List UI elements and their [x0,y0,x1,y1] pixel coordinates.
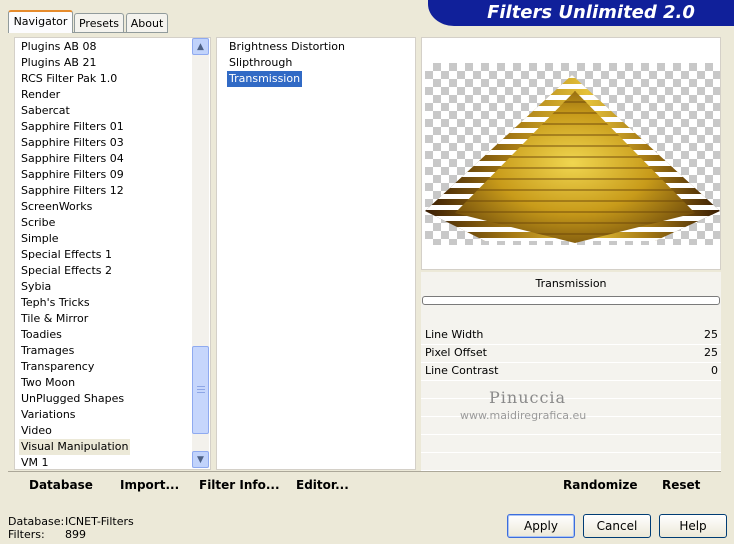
category-item[interactable]: Tile & Mirror [19,311,90,327]
cancel-button[interactable]: Cancel [583,514,651,538]
category-item[interactable]: Sapphire Filters 12 [19,183,126,199]
category-item[interactable]: Scribe [19,215,57,231]
category-item[interactable]: VM 1 [19,455,51,469]
param-row-empty [421,453,721,471]
filter-name-label: Transmission [535,277,607,290]
category-item[interactable]: Teph's Tricks [19,295,92,311]
category-item[interactable]: Transparency [19,359,96,375]
grip-line [197,392,205,393]
tab-presets[interactable]: Presets [74,13,124,32]
param-row-line-width[interactable]: Line Width 25 [421,327,721,345]
status-filters-value: 899 [65,528,86,541]
preview-stripe [455,233,695,235]
param-row-empty [421,381,721,399]
preview-stripe [425,244,720,245]
category-item[interactable]: Special Effects 1 [19,247,114,263]
category-item[interactable]: Variations [19,407,78,423]
preview-stripe [455,112,695,114]
param-row-line-contrast[interactable]: Line Contrast 0 [421,363,721,381]
editor-button[interactable]: Editor... [296,476,349,494]
grip-line [197,386,205,387]
category-item[interactable]: Toadies [19,327,64,343]
category-item[interactable]: Sybia [19,279,53,295]
filter-item[interactable]: Slipthrough [227,55,294,71]
scrollbar-thumb[interactable] [192,346,209,434]
category-item[interactable]: Render [19,87,62,103]
preview-stripe [425,84,720,89]
preview-stripe [455,101,695,103]
param-value: 25 [704,328,718,341]
status-database-label: Database: [8,515,65,528]
category-scrollbar[interactable]: ▲ ▼ [192,38,209,468]
filter-item[interactable]: Brightness Distortion [227,39,347,55]
category-item[interactable]: Special Effects 2 [19,263,114,279]
database-button[interactable]: Database [29,476,93,494]
status-filters-label: Filters: [8,528,45,541]
app-title: Filters Unlimited 2.0 [487,2,695,23]
category-list[interactable]: Plugins AB 08 Plugins AB 21 RCS Filter Pak… [14,37,211,470]
filter-item[interactable]: Transmission [227,71,303,87]
param-label: Line Contrast [425,364,499,377]
category-item[interactable]: Sabercat [19,103,72,119]
category-item[interactable]: Sapphire Filters 09 [19,167,126,183]
apply-button[interactable]: Apply [507,514,575,538]
param-row-empty [421,435,721,453]
category-item[interactable]: Simple [19,231,61,247]
help-button[interactable]: Help [659,514,727,538]
preview-stripe [455,156,695,158]
reset-button[interactable]: Reset [662,476,700,494]
preview-stripe [455,145,695,147]
filter-list[interactable]: Brightness Distortion Slipthrough Transmis… [216,37,416,470]
param-value: 0 [711,364,718,377]
preview-stripe [455,211,695,213]
category-item[interactable]: Video [19,423,54,439]
category-item[interactable]: Two Moon [19,375,77,391]
grip-line [197,389,205,390]
param-label: Line Width [425,328,484,341]
category-item[interactable]: RCS Filter Pak 1.0 [19,71,119,87]
watermark-name: Pinuccia [489,388,567,407]
category-item[interactable]: Plugins AB 21 [19,55,98,71]
preview-stripe [425,75,720,78]
toolbar-divider [8,471,721,472]
preview-stripe [455,167,695,169]
chevron-down-icon[interactable]: ▼ [192,451,209,468]
preview-stripe [455,200,695,202]
preview-image [425,63,720,245]
import-button[interactable]: Import... [120,476,179,494]
status-database-value: ICNET-Filters [65,515,134,528]
tab-navigator[interactable]: Navigator [8,10,73,33]
param-value: 25 [704,346,718,359]
category-item[interactable]: UnPlugged Shapes [19,391,126,407]
category-item[interactable]: ScreenWorks [19,199,94,215]
filter-info-button[interactable]: Filter Info... [199,476,280,494]
preview-stripe [455,123,695,125]
category-item[interactable]: Sapphire Filters 04 [19,151,126,167]
progress-bar [422,296,720,305]
preview-stripe [455,134,695,136]
param-row-pixel-offset[interactable]: Pixel Offset 25 [421,345,721,363]
tab-about[interactable]: About [126,13,168,32]
category-item[interactable]: Sapphire Filters 01 [19,119,126,135]
category-item[interactable]: Tramages [19,343,76,359]
category-item[interactable]: Plugins AB 08 [19,39,98,55]
randomize-button[interactable]: Randomize [563,476,637,494]
param-label: Pixel Offset [425,346,487,359]
category-item[interactable]: Sapphire Filters 03 [19,135,126,151]
category-item[interactable]: Visual Manipulation [19,439,131,455]
watermark-url: www.maidiregrafica.eu [460,409,587,422]
chevron-up-icon[interactable]: ▲ [192,38,209,55]
preview-artwork [425,75,720,245]
